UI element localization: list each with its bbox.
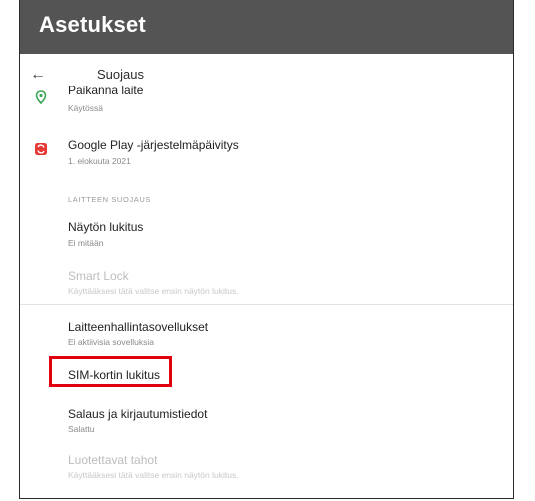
page-title: Suojaus <box>97 67 144 82</box>
google-play-update-title: Google Play -järjestelmäpäivitys <box>68 138 239 152</box>
list-item-screen-lock[interactable]: Näytön lukitus Ei mitään <box>20 212 513 256</box>
find-device-subtitle: Käytössä <box>68 103 103 113</box>
section-header-device-security: LAITTEEN SUOJAUS <box>68 195 151 204</box>
trust-agents-title: Luotettavat tahot <box>68 453 158 467</box>
smart-lock-title: Smart Lock <box>68 269 129 283</box>
encryption-credentials-subtitle: Salattu <box>68 424 95 434</box>
app-title: Asetukset <box>39 12 146 37</box>
list-item-find-device[interactable]: Paikanna laite Käytössä <box>20 86 513 116</box>
device-admin-apps-title: Laitteenhallintasovellukset <box>68 320 209 334</box>
device-admin-apps-subtitle: Ei aktiivisia sovelluksia <box>68 337 154 347</box>
divider <box>20 304 513 305</box>
list-item-trust-agents: Luotettavat tahot Käyttääksesi tätä vali… <box>20 446 513 486</box>
settings-window: Asetukset ← Suojaus Paikanna laite Käytö… <box>19 0 514 499</box>
screen-lock-title: Näytön lukitus <box>68 220 144 234</box>
screen-lock-subtitle: Ei mitään <box>68 238 104 248</box>
trust-agents-subtitle: Käyttääksesi tätä valitse ensin näytön l… <box>68 470 239 480</box>
list-item-google-play-update[interactable]: Google Play -järjestelmäpäivitys 1. elok… <box>20 128 513 170</box>
encryption-credentials-title: Salaus ja kirjautumistiedot <box>68 407 208 421</box>
smart-lock-subtitle: Käyttääksesi tätä valitse ensin näytön l… <box>68 286 239 296</box>
find-device-title: Paikanna laite <box>68 86 144 97</box>
system-update-icon <box>35 143 47 155</box>
title-bar: Asetukset <box>20 0 513 54</box>
location-pin-icon <box>35 90 47 104</box>
highlight-box <box>49 356 172 387</box>
arrow-left-icon[interactable]: ← <box>26 63 50 87</box>
google-play-update-subtitle: 1. elokuuta 2021 <box>68 156 131 166</box>
list-item-encryption-credentials[interactable]: Salaus ja kirjautumistiedot Salattu <box>20 402 513 440</box>
list-item-smart-lock: Smart Lock Käyttääksesi tätä valitse ens… <box>20 262 513 302</box>
list-item-device-admin-apps[interactable]: Laitteenhallintasovellukset Ei aktiivisi… <box>20 314 513 354</box>
